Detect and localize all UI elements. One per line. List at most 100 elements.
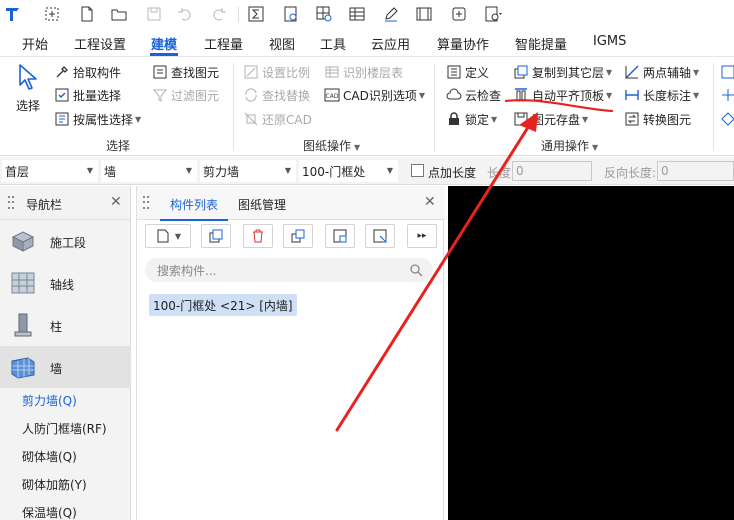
tab-cloud-apps[interactable]: 云应用 [371, 34, 410, 56]
nav-item-wall[interactable]: 墙 [0, 346, 131, 388]
length-dimension-button[interactable]: 长度标注 ▼ [624, 85, 699, 105]
category-select[interactable]: 墙 ▼ [101, 160, 197, 182]
component-panel-tabs: 构件列表 图纸管理 ✕ [137, 186, 445, 221]
copy-to-other-floor-button[interactable]: 复制到其它层 ▼ [513, 62, 612, 82]
restore-cad-button[interactable]: 还原CAD [243, 109, 312, 129]
find-replace-button[interactable]: 查找替换 [243, 85, 310, 105]
sum-icon[interactable] [245, 4, 267, 24]
component-search-input[interactable]: 搜索构件... [145, 258, 433, 282]
redo-icon[interactable] [208, 4, 230, 24]
lock-button[interactable]: 锁定 ▼ [446, 109, 497, 129]
nav-item-column[interactable]: 柱 [0, 304, 131, 346]
tab-tools[interactable]: 工具 [320, 34, 346, 56]
nav-subitem-masonry-reinforcement[interactable]: 砌体加筋(Y) [22, 476, 87, 493]
save-component-button[interactable] [325, 224, 355, 248]
close-icon[interactable]: ✕ [110, 194, 122, 210]
navigation-panel: 导航栏 ✕ 施工段 轴线 柱 墙 剪力墙(Q) 人防门框墙(RF) 砌体墙(Q)… [0, 186, 131, 520]
new-file-icon[interactable] [76, 4, 98, 24]
find-element-button[interactable]: 查找图元 [152, 62, 219, 82]
floor-select[interactable]: 首层 ▼ [2, 160, 98, 182]
drag-handle-icon[interactable] [143, 196, 149, 210]
close-icon[interactable]: ✕ [424, 194, 436, 210]
nav-item-label: 轴线 [50, 278, 75, 292]
tab-quantities[interactable]: 工程量 [204, 34, 243, 56]
save-element-icon [513, 111, 529, 127]
nav-item-construction-section[interactable]: 施工段 [0, 220, 131, 262]
nav-subitem-shear-wall[interactable]: 剪力墙(Q) [22, 392, 77, 409]
nav-subitem-insulation-wall[interactable]: 保温墙(Q) [22, 504, 77, 520]
pick-component-button[interactable]: 拾取构件 [54, 62, 121, 82]
delete-component-button[interactable] [243, 224, 273, 248]
lock-icon [446, 111, 462, 127]
tab-start[interactable]: 开始 [22, 34, 48, 56]
define-button[interactable]: 定义 [446, 62, 489, 82]
common-group-title[interactable]: 通用操作 ▼ [541, 137, 598, 154]
ribbon-overflow-icon-2[interactable] [720, 85, 734, 105]
component-select[interactable]: 100-门框处 ▼ [299, 160, 398, 182]
select-button-label: 选择 [15, 99, 40, 113]
more-tools-button[interactable]: ▸▸ [407, 224, 437, 248]
tab-project-settings[interactable]: 工程设置 [74, 34, 126, 56]
layer-copy-button[interactable] [283, 224, 313, 248]
type-select[interactable]: 剪力墙 ▼ [200, 160, 296, 182]
report-search-icon[interactable] [280, 4, 302, 24]
identify-floor-table-button[interactable]: 识别楼层表 [324, 62, 403, 82]
ribbon: 选择 拾取构件 批量选择 按属性选择 ▼ 查找图元 过滤图元 选择 设置比例 查… [0, 56, 734, 156]
batch-select-button[interactable]: 批量选择 [54, 85, 121, 105]
tab-drawing-management[interactable]: 图纸管理 [238, 196, 286, 213]
cloud-check-label: 云检查 [465, 88, 502, 103]
save-element-button[interactable]: 图元存盘 ▼ [513, 109, 588, 129]
open-folder-icon[interactable] [108, 4, 130, 24]
grid-check-icon[interactable] [313, 4, 335, 24]
nav-item-label: 柱 [50, 320, 63, 334]
tab-view[interactable]: 视图 [269, 34, 295, 56]
set-scale-button[interactable]: 设置比例 [243, 62, 310, 82]
add-component-icon[interactable] [448, 4, 470, 24]
two-point-axis-button[interactable]: 两点辅轴 ▼ [624, 62, 699, 82]
save-icon[interactable] [143, 4, 165, 24]
point-length-checkbox[interactable] [411, 164, 424, 177]
trash-icon [253, 229, 263, 243]
nav-item-axis[interactable]: 轴线 [0, 262, 131, 304]
define-icon [446, 64, 462, 80]
column-icon [14, 313, 32, 337]
select-frame-icon[interactable] [41, 4, 63, 24]
length-input[interactable]: 0 [512, 161, 592, 181]
cloud-check-button[interactable]: 云检查 [446, 85, 501, 105]
component-select-value: 100-门框处 [302, 164, 366, 179]
tab-igms[interactable]: IGMS [593, 34, 626, 56]
chevron-down-icon: ▼ [693, 67, 700, 77]
pen-edit-icon[interactable] [380, 4, 402, 24]
new-component-button[interactable]: ▼ [145, 224, 191, 248]
tab-component-list[interactable]: 构件列表 [159, 196, 229, 221]
chevron-down-icon: ▼ [491, 114, 498, 124]
ribbon-overflow-icon-3[interactable] [720, 109, 734, 129]
drawing-canvas[interactable] [448, 186, 734, 520]
filter-element-button[interactable]: 过滤图元 [152, 85, 219, 105]
query-dropdown-icon[interactable] [482, 4, 504, 24]
tab-modeling[interactable]: 建模 [149, 34, 179, 56]
find-replace-icon [243, 87, 259, 103]
length-dimension-label: 长度标注 [643, 88, 692, 103]
reverse-length-input[interactable]: 0 [657, 161, 734, 181]
select-button[interactable]: 选择 [10, 63, 46, 123]
ribbon-overflow-icon[interactable] [720, 62, 734, 82]
nav-subitem-masonry-wall[interactable]: 砌体墙(Q) [22, 448, 77, 465]
nav-subitem-civil-defense-door-wall[interactable]: 人防门框墙(RF) [22, 420, 107, 437]
film-strip-icon[interactable] [413, 4, 435, 24]
tab-smart-extract[interactable]: 智能提量 [515, 34, 567, 56]
extract-component-button[interactable] [365, 224, 395, 248]
copy-component-button[interactable] [201, 224, 231, 248]
tab-collaboration[interactable]: 算量协作 [437, 34, 489, 56]
table-view-icon[interactable] [346, 4, 368, 24]
lock-label: 锁定 [465, 112, 490, 127]
undo-icon[interactable] [174, 4, 196, 24]
auto-align-top-slab-button[interactable]: 自动平齐顶板 ▼ [513, 85, 612, 105]
drag-handle-icon[interactable] [8, 196, 14, 210]
cube-icon [11, 231, 35, 252]
cad-options-button[interactable]: CAD CAD识别选项 ▼ [324, 85, 425, 105]
drawing-group-title[interactable]: 图纸操作 ▼ [303, 137, 360, 154]
component-list-item[interactable]: 100-门框处 <21> [内墙] [149, 294, 297, 316]
convert-element-button[interactable]: 转换图元 [624, 109, 691, 129]
select-by-attribute-button[interactable]: 按属性选择 ▼ [54, 109, 141, 129]
